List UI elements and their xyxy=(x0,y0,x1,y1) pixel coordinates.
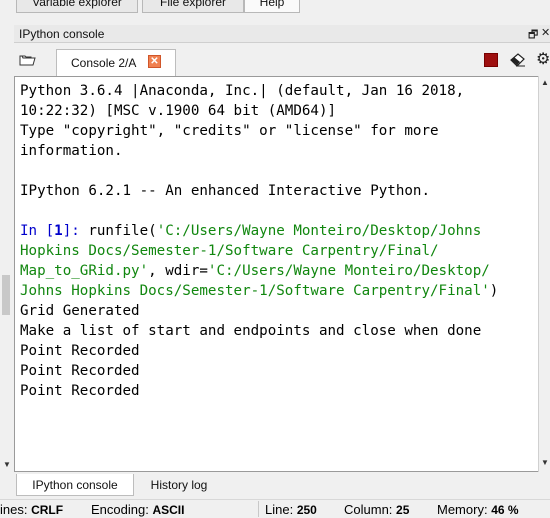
command-close: ) xyxy=(489,283,499,299)
ipython-pane-header: IPython console 🗗 ✕ xyxy=(14,25,550,43)
options-gear-icon[interactable]: ⚙ xyxy=(536,51,550,69)
top-tab-bar: Variable explorer File explorer Help xyxy=(0,0,550,13)
output-line: Grid Generated xyxy=(20,303,140,319)
undock-icon[interactable]: 🗗 xyxy=(528,26,538,45)
clear-console-icon[interactable] xyxy=(510,53,526,67)
console-tab-label: Console 2/A xyxy=(71,56,137,70)
tab-file-explorer[interactable]: File explorer xyxy=(142,0,244,13)
output-line: Point Recorded xyxy=(20,383,140,399)
tab-ipython-console[interactable]: IPython console xyxy=(16,474,134,496)
console-output[interactable]: Python 3.6.4 |Anaconda, Inc.| (default, … xyxy=(14,76,538,472)
close-console-icon[interactable]: ✕ xyxy=(148,55,161,68)
banner-line: Type "copyright", "credits" or "license"… xyxy=(20,123,439,139)
output-line: Make a list of start and endpoints and c… xyxy=(20,323,482,339)
command-wdir-path-1: 'C:/Users/Wayne Monteiro/Desktop/ xyxy=(207,263,490,279)
tab-console-2a[interactable]: Console 2/A ✕ xyxy=(56,49,176,77)
memory-status: Memory: 46 % xyxy=(437,502,519,517)
column-status: Column: 25 xyxy=(344,502,410,517)
banner-line: Python 3.6.4 |Anaconda, Inc.| (default, … xyxy=(20,83,465,99)
pane-title: IPython console xyxy=(19,27,105,41)
command-path-1: 'C:/Users/Wayne Monteiro/Desktop/Johns xyxy=(156,223,482,239)
left-scroll-down-icon[interactable]: ▼ xyxy=(3,460,11,469)
status-bar: ines: CRLF Encoding: ASCII Line: 250 Col… xyxy=(0,499,550,518)
command-path-3: Map_to_GRid.py' xyxy=(20,263,149,279)
line-status: Line: 250 xyxy=(265,502,317,517)
banner-line: 10:22:32) [MSC v.1900 64 bit (AMD64)] xyxy=(20,103,337,119)
bottom-tab-bar: IPython console History log xyxy=(14,474,550,498)
tab-help[interactable]: Help xyxy=(244,0,300,13)
scroll-up-icon[interactable]: ▲ xyxy=(541,78,549,87)
console-toolbar: Console 2/A ✕ ⚙ xyxy=(14,44,550,77)
left-pane-edge: ▼ xyxy=(0,0,14,500)
console-scrollbar[interactable]: ▲ ▼ xyxy=(538,76,550,472)
browse-tabs-icon[interactable] xyxy=(19,53,36,67)
command-wdir-path-2: Johns Hopkins Docs/Semester-1/Software C… xyxy=(20,283,490,299)
command-func: runfile( xyxy=(88,223,157,239)
stop-kernel-button[interactable] xyxy=(484,53,498,67)
command-path-2: Hopkins Docs/Semester-1/Software Carpent… xyxy=(20,243,439,259)
console-text: Python 3.6.4 |Anaconda, Inc.| (default, … xyxy=(20,81,538,401)
banner-line: information. xyxy=(20,143,123,159)
input-prompt: In [1]: xyxy=(20,223,89,239)
tab-history-log[interactable]: History log xyxy=(138,474,220,496)
close-pane-icon[interactable]: ✕ xyxy=(541,26,550,39)
eol-status: ines: CRLF xyxy=(0,502,64,517)
status-divider xyxy=(258,501,259,517)
output-line: Point Recorded xyxy=(20,363,140,379)
scroll-down-icon[interactable]: ▼ xyxy=(541,458,549,467)
command-wdir: , wdir= xyxy=(148,263,208,279)
banner-line: IPython 6.2.1 -- An enhanced Interactive… xyxy=(20,183,430,199)
left-scrollbar-thumb[interactable] xyxy=(2,275,10,315)
output-line: Point Recorded xyxy=(20,343,140,359)
encoding-status: Encoding: ASCII xyxy=(91,502,185,517)
tab-variable-explorer[interactable]: Variable explorer xyxy=(16,0,138,13)
